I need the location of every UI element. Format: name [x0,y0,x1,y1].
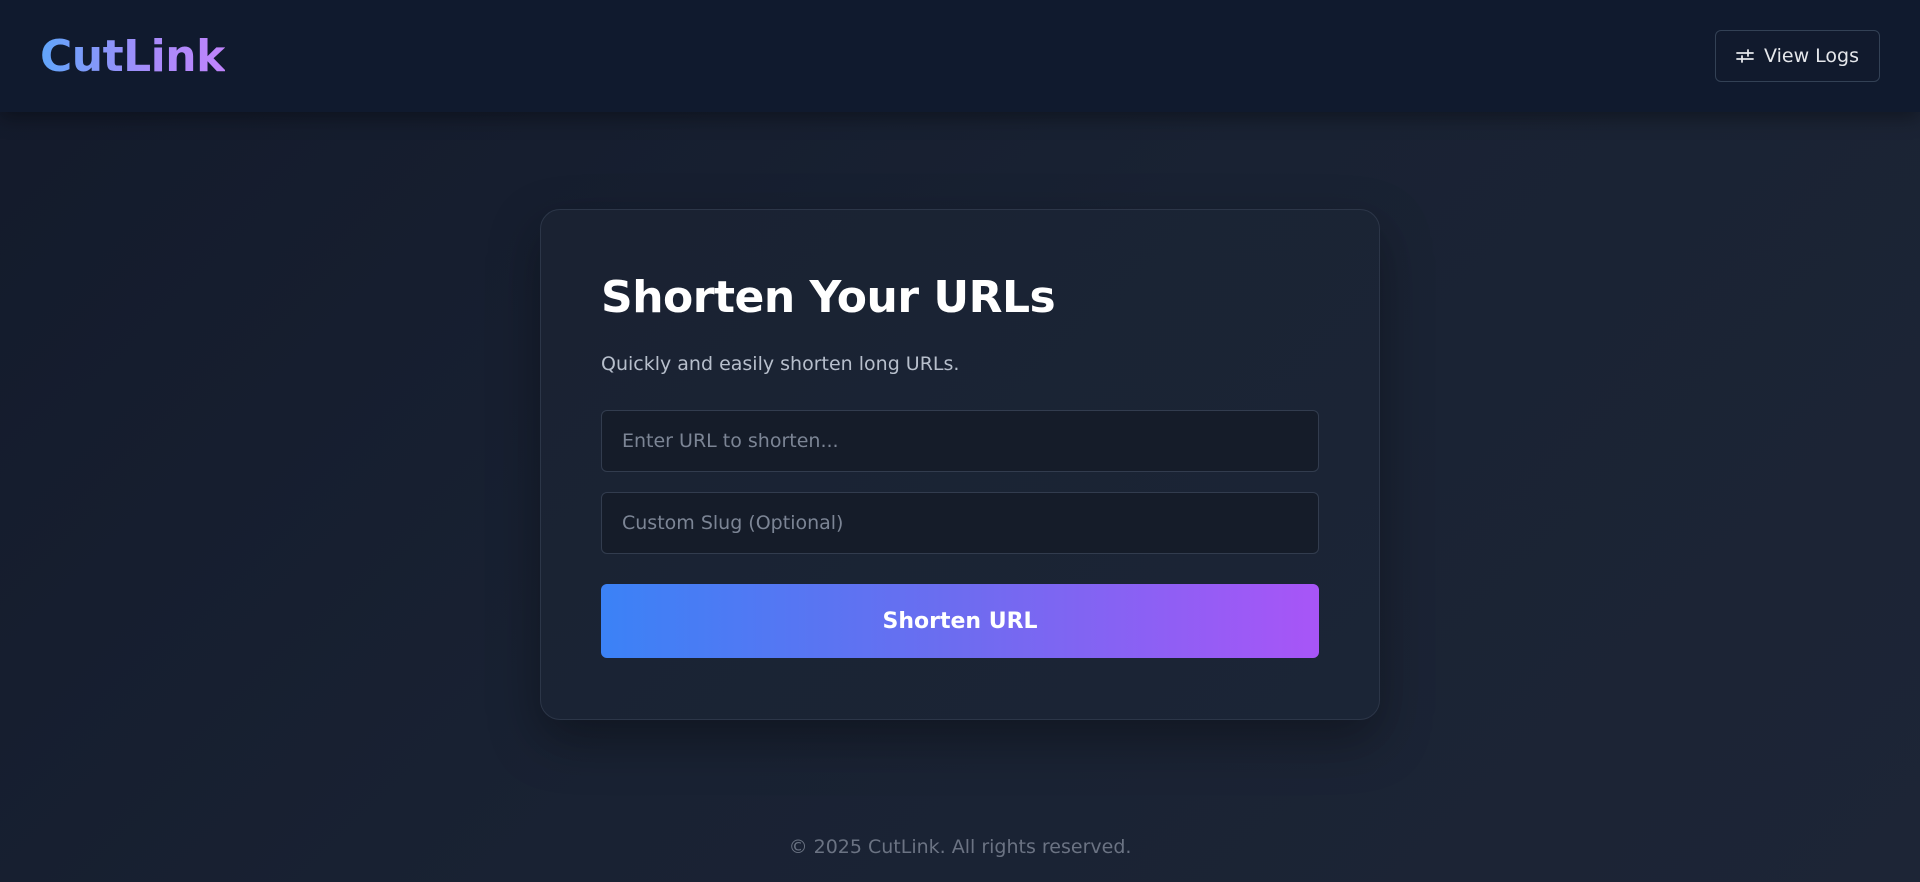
shorten-url-button[interactable]: Shorten URL [601,584,1319,658]
app-logo[interactable]: CutLink [40,31,225,82]
page-title: Shorten Your URLs [601,272,1056,323]
view-logs-label: View Logs [1764,45,1859,67]
custom-slug-input[interactable] [601,492,1319,554]
view-logs-button[interactable]: View Logs [1715,30,1880,82]
footer-copyright: © 2025 CutLink. All rights reserved. [788,836,1132,858]
app-header: CutLink View Logs [0,0,1920,112]
shorten-card: Shorten Your URLs Quickly and easily sho… [540,209,1380,720]
page-subtitle: Quickly and easily shorten long URLs. [601,353,960,375]
url-input[interactable] [601,410,1319,472]
sliders-icon [1736,49,1754,63]
